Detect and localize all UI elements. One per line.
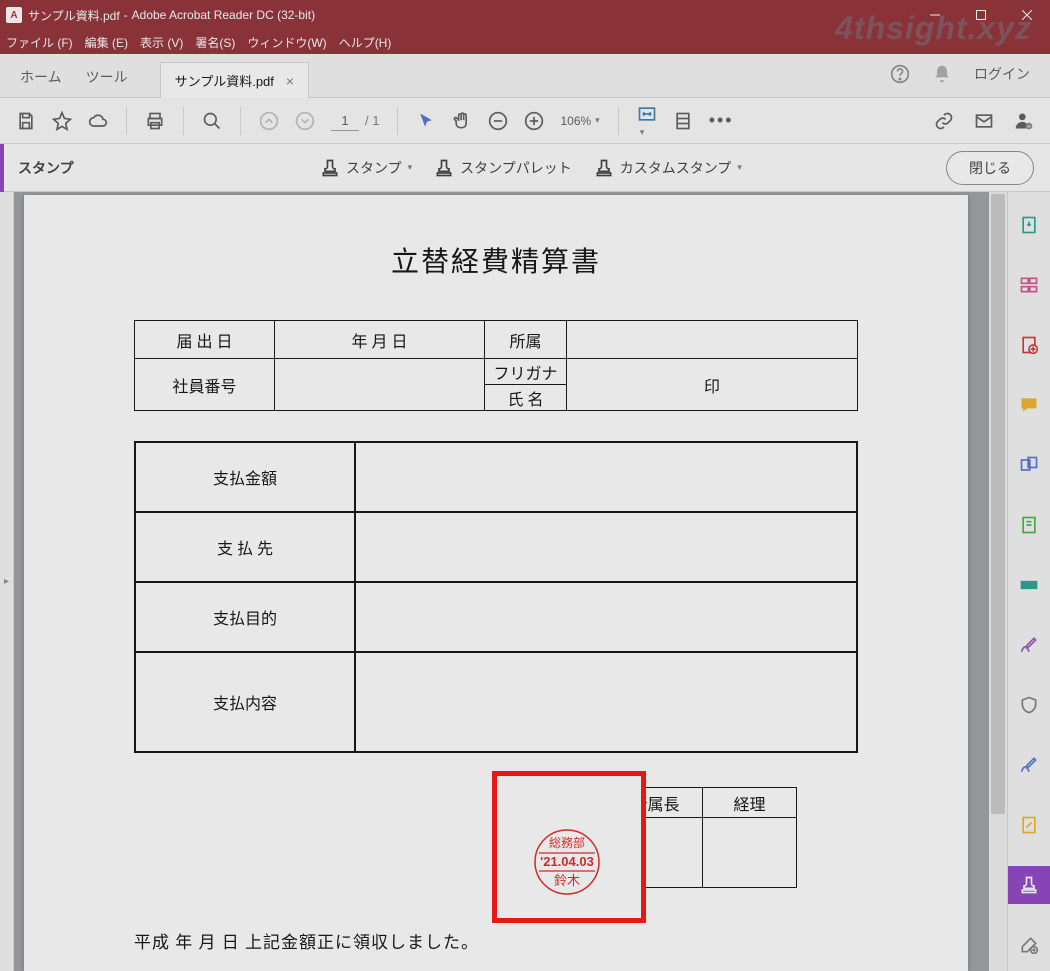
menu-view[interactable]: 表示 (V) — [140, 34, 183, 51]
tab-document[interactable]: サンプル資料.pdf × — [160, 62, 309, 98]
save-icon[interactable] — [16, 111, 36, 131]
stamp-dropdown[interactable]: スタンプ▾ — [320, 158, 412, 178]
compress-icon[interactable] — [1008, 506, 1050, 544]
person-icon[interactable]: + — [1014, 111, 1034, 131]
login-link[interactable]: ログイン — [974, 64, 1030, 84]
zoom-select[interactable]: 106%▾ — [560, 114, 599, 128]
svg-text:総務部: 総務部 — [549, 835, 585, 850]
scroll-thumb[interactable] — [991, 194, 1005, 814]
close-stampbar-button[interactable]: 閉じる — [946, 151, 1034, 185]
menu-help[interactable]: ヘルプ(H) — [339, 34, 392, 51]
page-down-icon[interactable] — [295, 111, 315, 131]
receipt-line: 平成 年 月 日 上記金額正に領収しました。 — [134, 928, 858, 953]
left-panel-toggle[interactable]: ▸ — [0, 192, 14, 971]
chevron-down-icon: ▾ — [408, 162, 413, 173]
menu-file[interactable]: ファイル (F) — [6, 34, 73, 51]
stamp-palette-button[interactable]: スタンプパレット — [434, 158, 572, 178]
help-icon[interactable] — [890, 64, 910, 84]
zoom-in-icon[interactable] — [524, 111, 544, 131]
chevron-right-icon: ▸ — [4, 576, 9, 587]
stamp-selection[interactable]: 総務部 '21.04.03 鈴木 — [492, 771, 646, 923]
document-area: ▸ 立替経費精算書 届 出 日 年 月 日 所属 社員番号 フリガナ 印 氏 名… — [0, 192, 1050, 971]
star-icon[interactable] — [52, 111, 72, 131]
pdf-page[interactable]: 立替経費精算書 届 出 日 年 月 日 所属 社員番号 フリガナ 印 氏 名 支… — [24, 195, 968, 971]
window-title-app: Adobe Acrobat Reader DC (32-bit) — [132, 8, 315, 22]
mail-icon[interactable] — [974, 111, 994, 131]
svg-text:'21.04.03: '21.04.03 — [540, 854, 594, 869]
more-tools-icon[interactable] — [1008, 926, 1050, 964]
select-arrow-icon[interactable] — [416, 111, 436, 131]
menu-window[interactable]: ウィンドウ(W) — [247, 34, 326, 51]
page-scroll-icon[interactable] — [673, 111, 693, 131]
main-toolbar: / 1 106%▾ ▾ ••• + — [0, 98, 1050, 144]
combine-icon[interactable] — [1008, 446, 1050, 484]
svg-text:+: + — [1028, 125, 1031, 131]
menu-edit[interactable]: 編集 (E) — [85, 34, 128, 51]
tab-document-label: サンプル資料.pdf — [175, 71, 274, 90]
organize-icon[interactable] — [1008, 266, 1050, 304]
comment-icon[interactable] — [1008, 386, 1050, 424]
tab-row: ホーム ツール サンプル資料.pdf × ログイン — [0, 54, 1050, 98]
stamp-toolbar: スタンプ スタンプ▾ スタンプパレット カスタムスタンプ▾ 閉じる — [0, 144, 1050, 192]
app-icon: A — [6, 7, 22, 23]
stamp-tool-icon[interactable] — [1008, 866, 1050, 904]
search-icon[interactable] — [202, 111, 222, 131]
date-stamp[interactable]: 総務部 '21.04.03 鈴木 — [533, 828, 601, 896]
tab-close-icon[interactable]: × — [286, 73, 294, 89]
export-pdf-icon[interactable] — [1008, 206, 1050, 244]
scrollbar[interactable] — [989, 192, 1007, 971]
window-title-file: サンプル資料.pdf — [28, 7, 120, 24]
hand-icon[interactable] — [452, 111, 472, 131]
chevron-down-icon: ▾ — [595, 115, 600, 126]
fill-sign-icon[interactable] — [1008, 626, 1050, 664]
right-tool-panel — [1007, 192, 1050, 971]
protect-icon[interactable] — [1008, 686, 1050, 724]
bell-icon[interactable] — [932, 64, 952, 84]
menu-sign[interactable]: 署名(S) — [195, 34, 235, 51]
doc-title: 立替経費精算書 — [134, 240, 858, 280]
stamp-title: スタンプ — [18, 158, 74, 178]
detail-table: 支払金額 支 払 先 支払目的 支払内容 — [134, 441, 858, 753]
print-icon[interactable] — [145, 111, 165, 131]
fit-width-icon[interactable]: ▾ — [637, 104, 657, 138]
header-table: 届 出 日 年 月 日 所属 社員番号 フリガナ 印 氏 名 — [134, 320, 858, 411]
page-total: / 1 — [365, 113, 379, 128]
svg-text:鈴木: 鈴木 — [554, 873, 580, 888]
custom-stamp-dropdown[interactable]: カスタムスタンプ▾ — [594, 158, 742, 178]
chevron-down-icon: ▾ — [737, 162, 742, 173]
convert-icon[interactable] — [1008, 806, 1050, 844]
watermark: 4thsight.xyz — [835, 10, 1032, 47]
create-pdf-icon[interactable] — [1008, 326, 1050, 364]
page-current-input[interactable] — [331, 111, 359, 131]
page-up-icon[interactable] — [259, 111, 279, 131]
sign-request-icon[interactable] — [1008, 746, 1050, 784]
link-icon[interactable] — [934, 111, 954, 131]
redact-icon[interactable] — [1008, 566, 1050, 604]
cloud-icon[interactable] — [88, 111, 108, 131]
tab-home[interactable]: ホーム — [20, 67, 62, 87]
more-icon[interactable]: ••• — [709, 110, 734, 131]
zoom-out-icon[interactable] — [488, 111, 508, 131]
tab-tools[interactable]: ツール — [86, 67, 128, 87]
